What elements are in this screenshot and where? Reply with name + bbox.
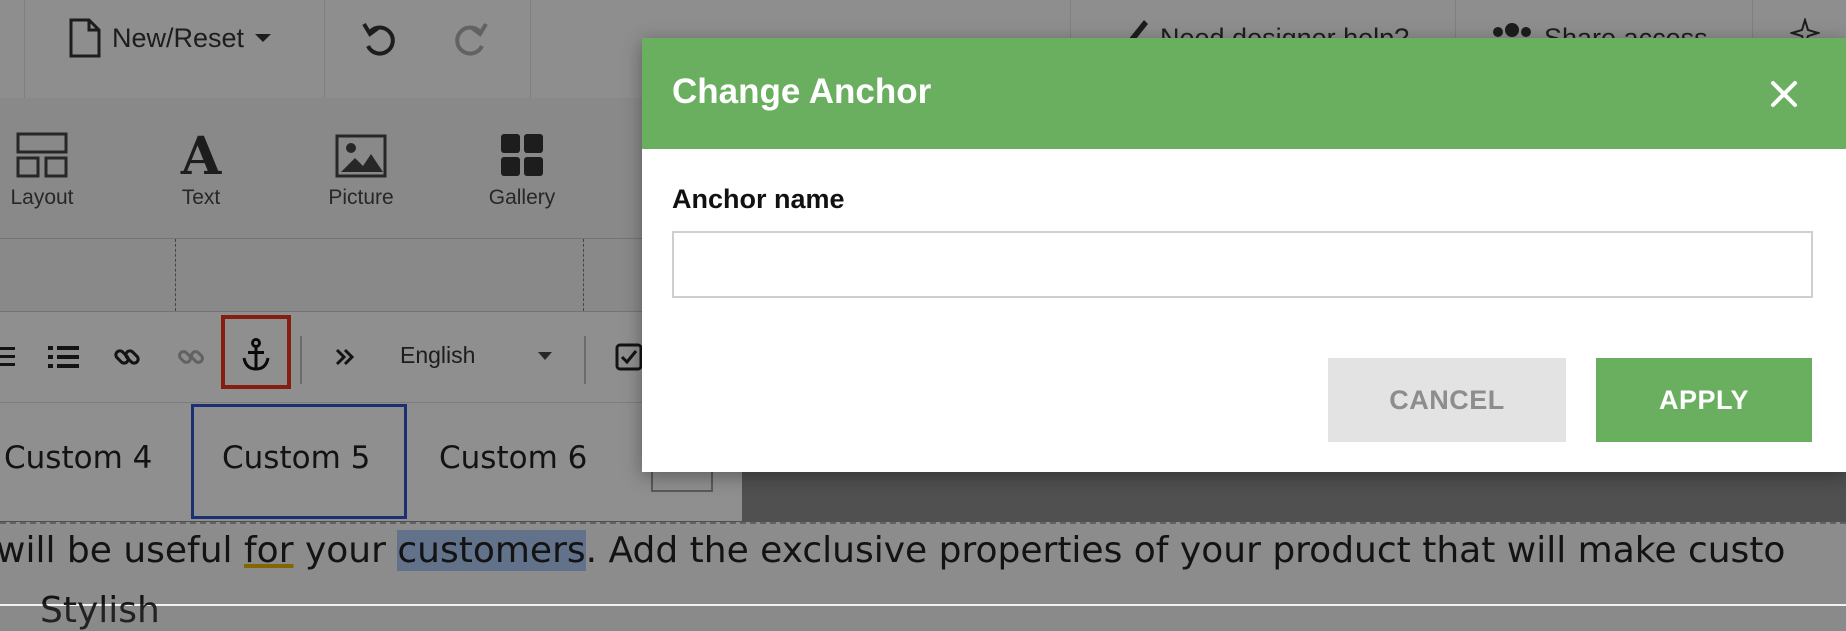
anchor-name-input[interactable] <box>672 231 1813 298</box>
anchor-name-label: Anchor name <box>672 184 845 214</box>
close-icon <box>1771 81 1797 107</box>
close-button[interactable] <box>1764 74 1804 114</box>
dialog-header: Change Anchor <box>642 38 1846 149</box>
change-anchor-dialog: Change Anchor Anchor name CANCEL APPLY <box>642 38 1846 472</box>
cancel-button[interactable]: CANCEL <box>1328 358 1566 442</box>
dialog-title: Change Anchor <box>672 72 932 111</box>
apply-button[interactable]: APPLY <box>1596 358 1812 442</box>
